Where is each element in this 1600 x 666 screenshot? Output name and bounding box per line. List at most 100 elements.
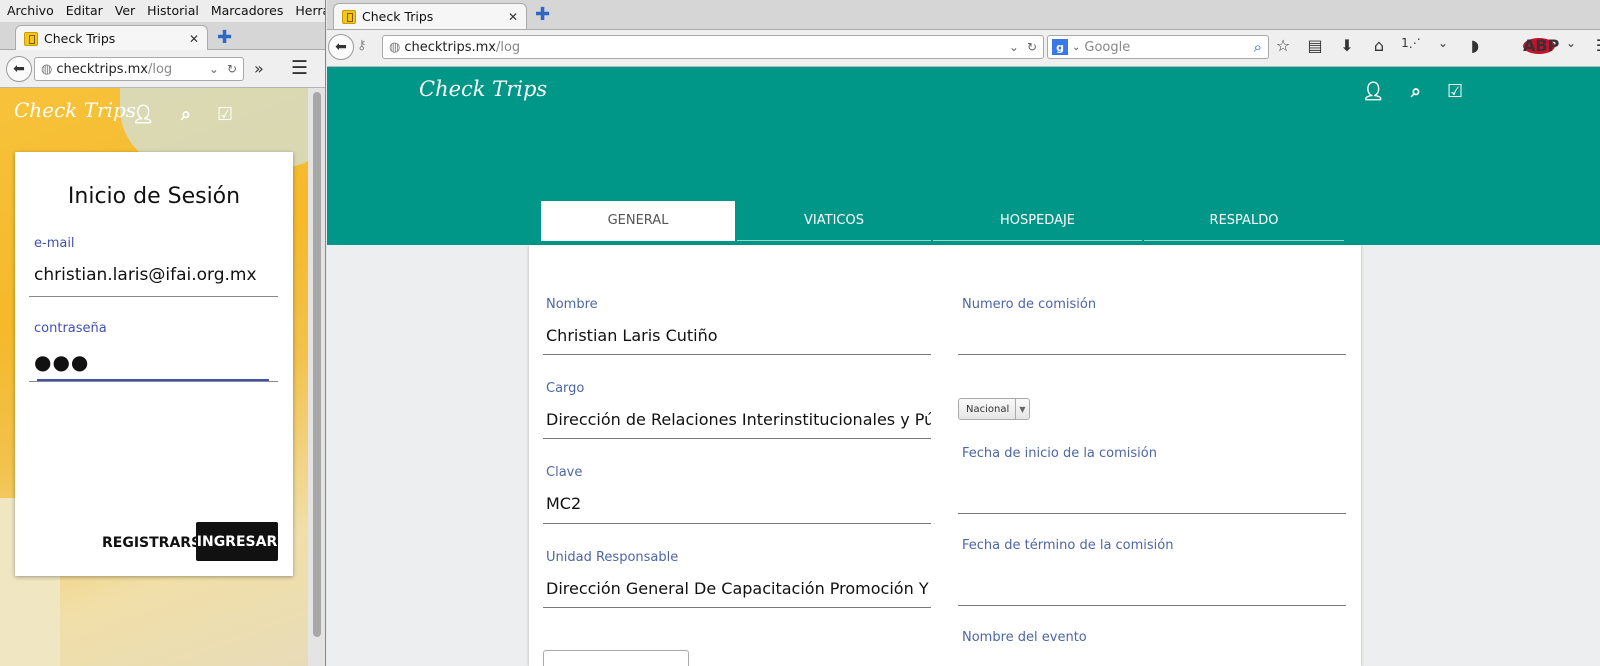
close-tab-icon[interactable]: ✕ <box>189 32 199 46</box>
dropdown-icon[interactable]: ⌄ <box>1009 40 1019 54</box>
url-host: checktrips.mx <box>404 39 496 55</box>
adblock-dropdown-icon[interactable]: ⌄ <box>1555 36 1587 55</box>
search-icon[interactable]: ⌕ <box>1254 38 1262 56</box>
partial-select-box[interactable] <box>543 650 689 666</box>
unidad-underline <box>543 607 931 608</box>
arrow-left-icon: ⬅ <box>335 39 347 55</box>
clave-label: Clave <box>546 465 583 480</box>
extension-dropdown-icon[interactable]: ⌄ <box>1427 36 1459 55</box>
nombre-label: Nombre <box>546 297 598 312</box>
header-icons: 👤︎ ⌕ ☑ <box>1362 81 1463 102</box>
new-tab-icon[interactable]: ✚ <box>217 27 232 48</box>
back-button[interactable]: ⬅ <box>328 34 354 60</box>
email-underline <box>29 296 278 297</box>
desktop: Archivo Editar Ver Historial Marcadores … <box>0 0 1600 666</box>
fecha-termino-underline[interactable] <box>958 605 1346 606</box>
search-bar[interactable]: g ⌄ Google ⌕ <box>1047 35 1269 59</box>
header-icons: 👤︎ ⌕ ☑ <box>132 104 233 125</box>
numero-comision-underline[interactable] <box>958 354 1346 355</box>
extension-counter-icon[interactable]: 1⋰ <box>1395 36 1427 55</box>
globe-icon: ◍ <box>389 39 401 55</box>
fecha-inicio-underline[interactable] <box>958 513 1346 514</box>
menu-archivo[interactable]: Archivo <box>7 3 54 22</box>
left-browser-tab[interactable]: Check Trips ✕ <box>15 25 208 51</box>
bookmark-star-icon[interactable]: ☆ <box>1267 36 1299 55</box>
blank-toolbar-slot <box>1491 36 1523 55</box>
left-url-bar[interactable]: ◍ checktrips.mx/log ⌄ ↻ <box>34 57 244 81</box>
reading-list-icon[interactable]: ▤ <box>1299 36 1331 55</box>
favicon-icon <box>342 9 356 24</box>
checklist-icon[interactable]: ☑ <box>1447 81 1463 102</box>
url-path: /log <box>495 39 521 55</box>
tipo-comision-select[interactable]: Nacional ▼ <box>958 398 1030 420</box>
menu-herramientas[interactable]: Herramie <box>295 3 325 22</box>
download-icon[interactable]: ⬇ <box>1331 36 1363 55</box>
user-icon[interactable]: 👤︎ <box>132 104 155 125</box>
cargo-field[interactable]: Dirección de Relaciones Interinstitucion… <box>546 410 931 429</box>
hamburger-menu-icon[interactable]: ☰ <box>1587 36 1600 55</box>
left-page-viewport: Check Trips 👤︎ ⌕ ☑ Inicio de Sesión e-ma… <box>0 88 308 666</box>
nombre-evento-label: Nombre del evento <box>962 630 1087 645</box>
reload-icon[interactable]: ↻ <box>1027 40 1037 54</box>
tab-general[interactable]: GENERAL <box>541 201 735 241</box>
back-button[interactable]: ⬅ <box>6 56 32 82</box>
menu-historial[interactable]: Historial <box>147 3 199 22</box>
home-icon[interactable]: ⌂ <box>1363 36 1395 55</box>
nombre-underline <box>543 354 931 355</box>
login-card: Inicio de Sesión e-mail christian.laris@… <box>15 152 293 576</box>
site-logo[interactable]: Check Trips <box>419 77 547 101</box>
left-scrollbar[interactable] <box>308 88 325 666</box>
right-browser-window: Check Trips ✕ ✚ ⬅ ⚷ ◍ checktrips.mx/log … <box>327 0 1600 666</box>
hamburger-menu-icon[interactable]: ☰ <box>291 57 308 79</box>
favicon-icon <box>24 31 38 46</box>
email-field[interactable]: christian.laris@ifai.org.mx <box>34 265 257 285</box>
url-path: /log <box>147 61 173 77</box>
tab-hospedaje[interactable]: HOSPEDAJE <box>933 201 1142 241</box>
right-nav-bar: ⬅ ⚷ ◍ checktrips.mx/log ⌄ ↻ g ⌄ Google ⌕ … <box>327 30 1600 67</box>
menu-marcadores[interactable]: Marcadores <box>211 3 284 22</box>
clave-field[interactable]: MC2 <box>546 494 931 513</box>
menu-editar[interactable]: Editar <box>66 3 103 22</box>
tab-viaticos[interactable]: VIATICOS <box>737 201 931 241</box>
login-title: Inicio de Sesión <box>67 184 241 209</box>
adblock-icon[interactable]: ABP <box>1523 36 1559 55</box>
right-tab-strip: Check Trips ✕ ✚ <box>327 0 1600 30</box>
left-nav-bar: ⬅ ◍ checktrips.mx/log ⌄ ↻ » ☰ <box>0 50 325 88</box>
password-underline <box>29 381 278 382</box>
unidad-field[interactable]: Dirección General De Capacitación Promoc… <box>546 579 931 598</box>
reload-icon[interactable]: ↻ <box>227 62 237 76</box>
google-engine-icon[interactable]: g <box>1052 39 1068 55</box>
search-icon[interactable]: ⌕ <box>1411 81 1421 102</box>
unidad-label: Unidad Responsable <box>546 550 679 565</box>
url-host: checktrips.mx <box>56 61 148 77</box>
password-field[interactable]: ●●● <box>34 350 89 374</box>
checklist-icon[interactable]: ☑ <box>217 104 233 125</box>
nombre-field[interactable]: Christian Laris Cutiño <box>546 326 931 345</box>
site-logo[interactable]: Check Trips <box>14 98 136 122</box>
user-icon[interactable]: 👤︎ <box>1362 81 1385 102</box>
close-tab-icon[interactable]: ✕ <box>508 10 518 24</box>
globe-icon: ◍ <box>41 61 53 77</box>
register-button[interactable]: REGISTRARSE <box>102 535 211 551</box>
tab-title: Check Trips <box>44 31 116 46</box>
right-browser-tab[interactable]: Check Trips ✕ <box>333 3 527 29</box>
identity-key-icon[interactable]: ⚷ <box>357 38 367 53</box>
tab-respaldo[interactable]: RESPALDO <box>1144 201 1344 241</box>
right-url-bar[interactable]: ◍ checktrips.mx/log ⌄ ↻ <box>382 35 1044 59</box>
menu-ver[interactable]: Ver <box>115 3 135 22</box>
numero-comision-label: Numero de comisión <box>962 297 1097 312</box>
tab-title: Check Trips <box>362 9 434 24</box>
cargo-label: Cargo <box>546 381 585 396</box>
search-icon[interactable]: ⌕ <box>181 104 191 125</box>
engine-dropdown-icon[interactable]: ⌄ <box>1072 42 1080 53</box>
new-tab-icon[interactable]: ✚ <box>535 4 550 25</box>
dropdown-icon[interactable]: ⌄ <box>209 62 219 76</box>
toolbar-icons: ☆ ▤ ⬇ ⌂ 1⋰ ⌄ ◗ ABP ⌄ ☰ <box>1267 36 1600 55</box>
form-panel: Nombre Christian Laris Cutiño Cargo Dire… <box>529 245 1361 666</box>
login-button[interactable]: INGRESAR <box>196 522 278 561</box>
overflow-chevron-icon[interactable]: » <box>254 59 264 78</box>
password-label: contraseña <box>34 321 107 336</box>
pocket-icon[interactable]: ◗ <box>1459 36 1491 55</box>
tipo-comision-value: Nacional <box>966 403 1010 415</box>
scrollbar-thumb[interactable] <box>313 92 321 637</box>
